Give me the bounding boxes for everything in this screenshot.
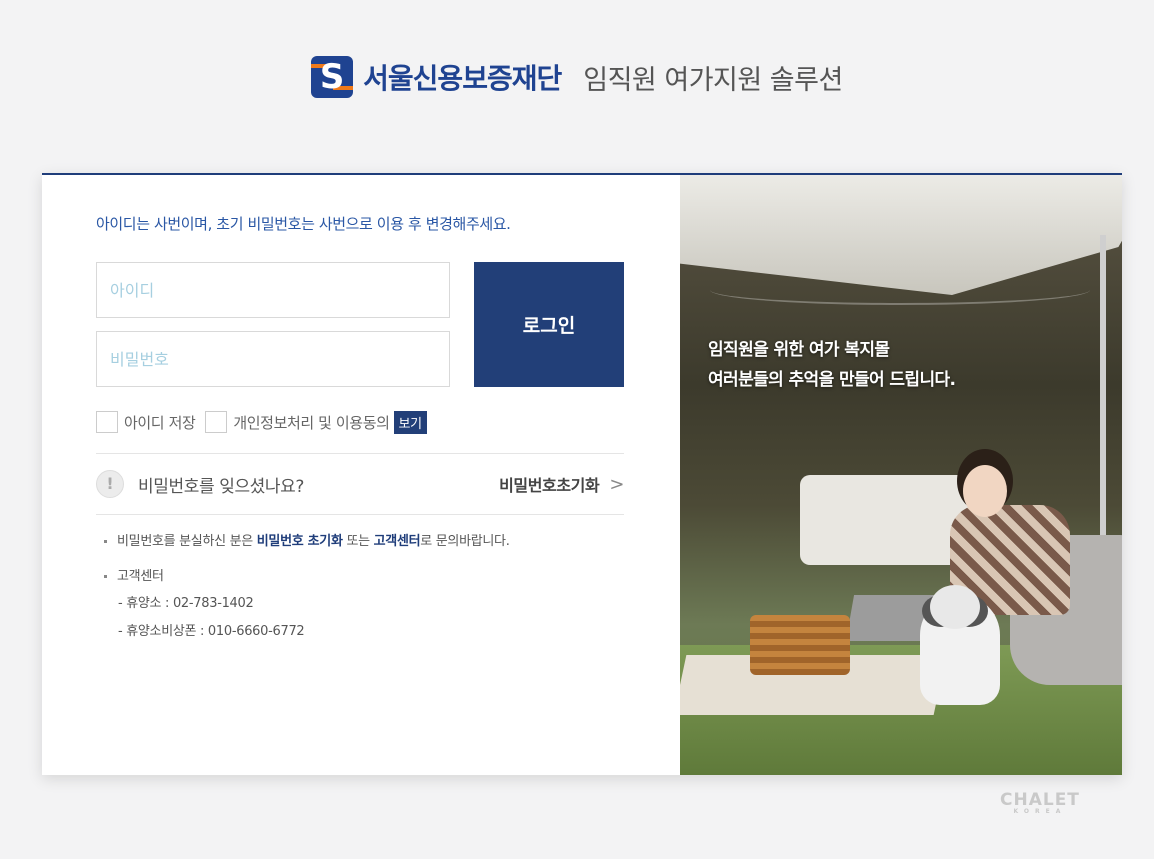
password-input[interactable] — [96, 331, 450, 387]
info-text: 비밀번호를 분실하신 분은 — [117, 534, 257, 549]
login-panel: 아이디는 사번이며, 초기 비밀번호는 사번으로 이용 후 변경해주세요. 로그… — [42, 175, 680, 775]
forgot-password-row: ! 비밀번호를 잊으셨나요? 비밀번호초기화 > — [96, 468, 624, 500]
exclamation-icon: ! — [96, 470, 124, 498]
info-text: 또는 — [342, 534, 374, 549]
info-lost-password: 비밀번호를 분실하신 분은 비밀번호 초기화 또는 고객센터로 문의바랍니다. — [104, 530, 510, 549]
login-notice: 아이디는 사번이며, 초기 비밀번호는 사번으로 이용 후 변경해주세요. — [96, 215, 511, 233]
view-privacy-button[interactable]: 보기 — [393, 410, 427, 434]
bullet-icon — [104, 575, 107, 578]
sofa-illustration — [800, 475, 970, 565]
privacy-consent-checkbox[interactable] — [205, 411, 228, 433]
dog-head-illustration — [930, 585, 980, 629]
logo-icon: S — [311, 56, 354, 98]
person-head-illustration — [963, 465, 1007, 517]
remember-id-checkbox[interactable] — [96, 411, 118, 433]
divider — [96, 514, 624, 515]
info-highlight-reset: 비밀번호 초기화 — [256, 534, 343, 549]
info-support-title: 고객센터 — [104, 565, 164, 584]
divider — [96, 453, 624, 454]
string-lights-illustration — [710, 275, 1090, 305]
banner-slogan: 임직원을 위한 여가 복지몰 여러분들의 추억을 만들어 드립니다. — [708, 335, 956, 395]
watermark-brand: CHALET — [1000, 790, 1080, 810]
bullet-icon — [104, 540, 107, 543]
resort-phone: - 휴양소 : 02-783-1402 — [118, 596, 254, 611]
basket-illustration — [750, 615, 850, 675]
info-highlight-support: 고객센터 — [373, 534, 421, 549]
login-button[interactable]: 로그인 — [474, 262, 624, 387]
reset-password-label: 비밀번호초기화 — [499, 476, 600, 495]
organization-name: 서울신용보증재단 — [363, 62, 562, 95]
reset-password-link[interactable]: 비밀번호초기화 > — [499, 472, 624, 496]
logo-letter: S — [319, 57, 345, 97]
page-header: S 서울신용보증재단 임직원 여가지원 솔루션 — [0, 52, 1154, 102]
login-card: 아이디는 사번이며, 초기 비밀번호는 사번으로 이용 후 변경해주세요. 로그… — [42, 173, 1122, 775]
forgot-password-text: 비밀번호를 잊으셨나요? — [138, 476, 305, 497]
banner-image: 임직원을 위한 여가 복지몰 여러분들의 추억을 만들어 드립니다. — [680, 175, 1122, 775]
chevron-right-icon: > — [609, 473, 624, 495]
slogan-line-1: 임직원을 위한 여가 복지몰 — [708, 340, 890, 360]
slogan-line-2: 여러분들의 추억을 만들어 드립니다. — [708, 370, 956, 390]
info-text: 로 문의바랍니다. — [420, 534, 510, 549]
id-input[interactable] — [96, 262, 450, 318]
options-row: 아이디 저장 개인정보처리 및 이용동의 보기 — [96, 410, 427, 434]
page-subtitle: 임직원 여가지원 솔루션 — [583, 64, 843, 96]
chalet-watermark: CHALET KOREA — [1000, 790, 1080, 815]
resort-emergency-phone: - 휴양소비상폰 : 010-6660-6772 — [118, 624, 305, 639]
privacy-consent-label[interactable]: 개인정보처리 및 이용동의 — [233, 412, 390, 433]
remember-id-label[interactable]: 아이디 저장 — [124, 412, 196, 433]
support-title: 고객센터 — [117, 569, 164, 584]
